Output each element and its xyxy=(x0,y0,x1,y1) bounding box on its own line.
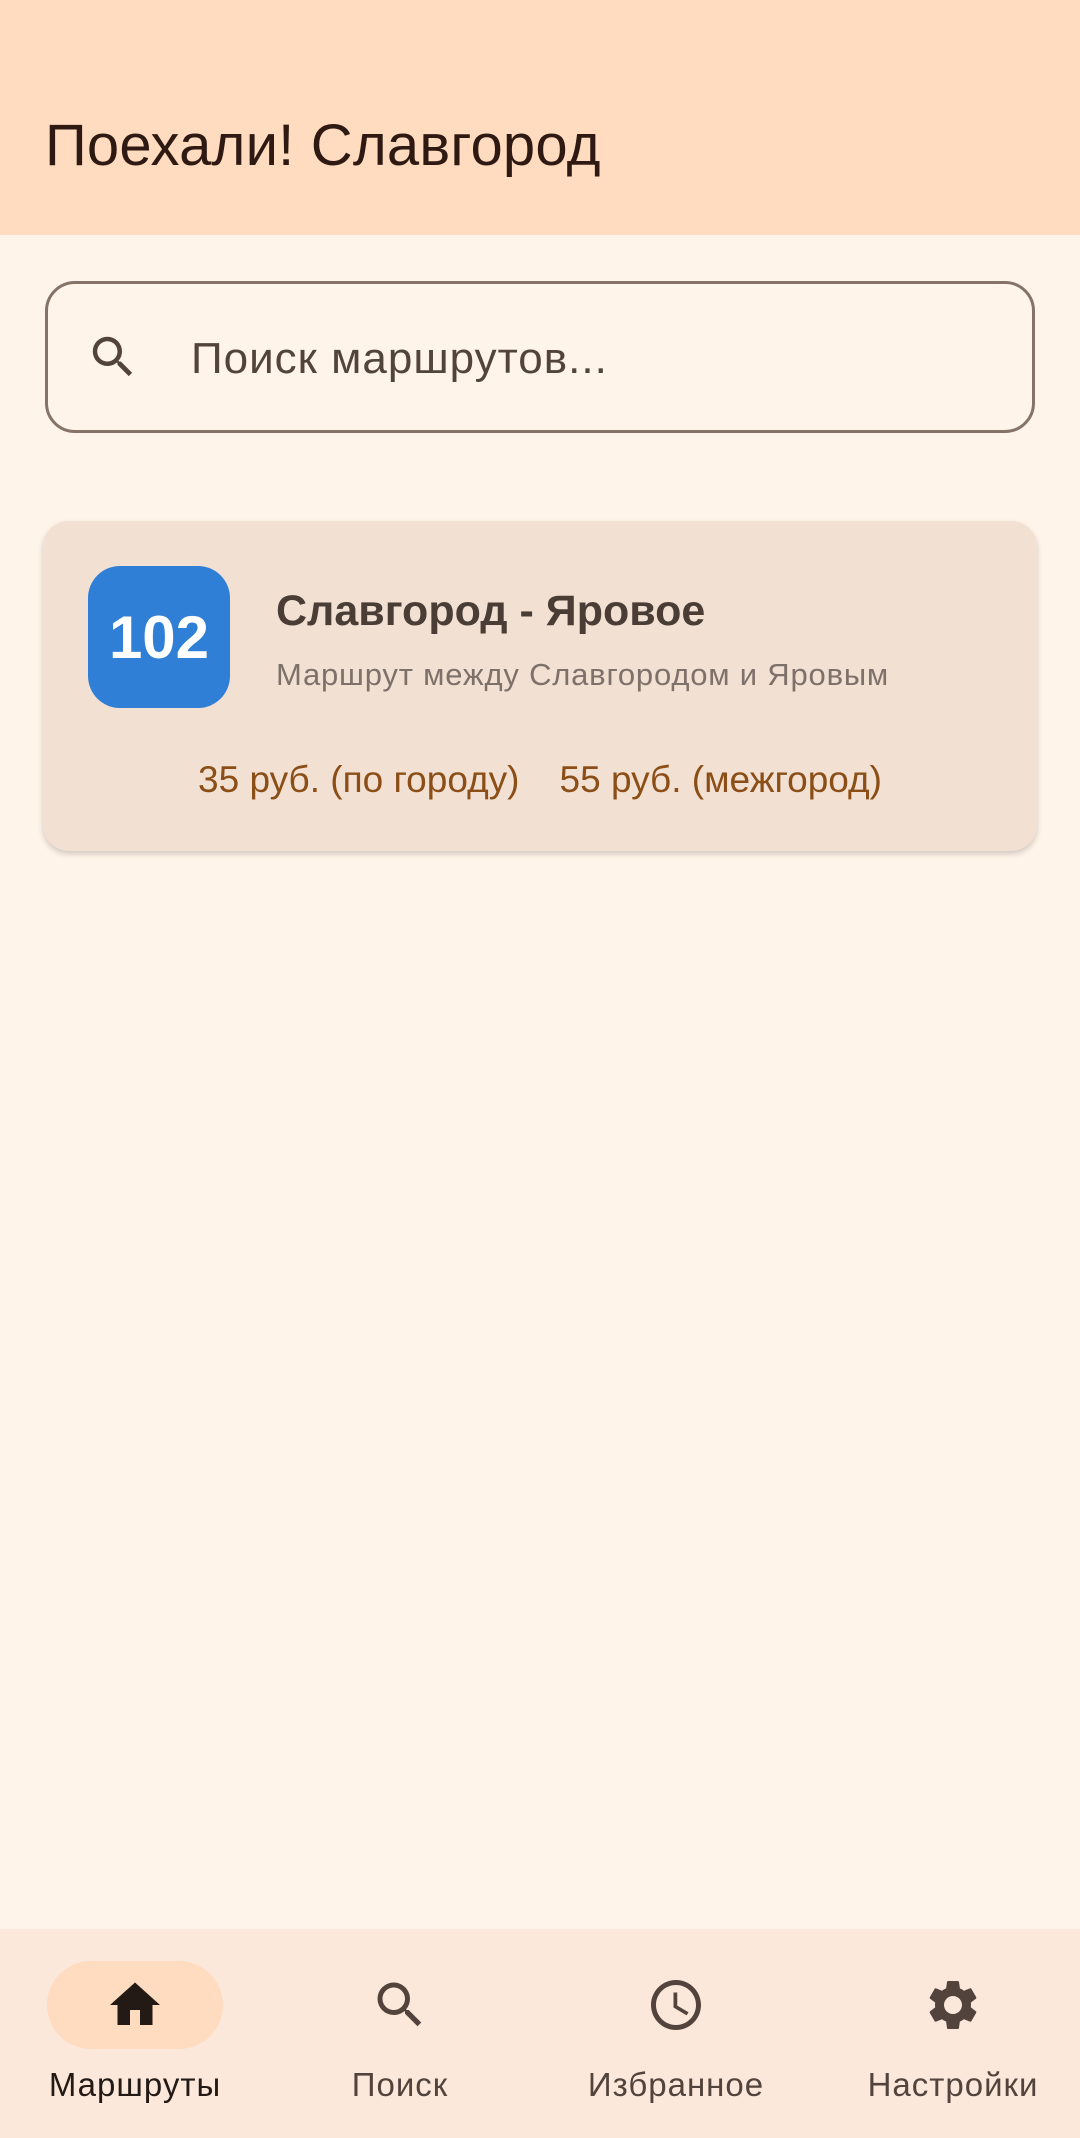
route-name: Славгород - Яровое xyxy=(276,587,706,635)
fare-intercity: 55 руб. (межгород) xyxy=(559,759,882,800)
clock-icon xyxy=(651,1980,701,2030)
route-fares: 35 руб. (по городу) 55 руб. (межгород) xyxy=(43,759,1037,801)
top-app-bar: Поехали! Славгород xyxy=(0,0,1080,235)
bottom-navigation: Маршруты Поиск Избранное Настройки xyxy=(0,1929,1080,2138)
search-field[interactable] xyxy=(45,281,1035,433)
fare-city: 35 руб. (по городу) xyxy=(198,759,520,800)
gear-icon xyxy=(929,1981,977,2029)
nav-label-search: Поиск xyxy=(351,2066,449,2103)
search-icon xyxy=(92,336,133,377)
search-icon xyxy=(377,1982,422,2027)
app-title: Поехали! Славгород xyxy=(45,113,601,178)
nav-item-settings[interactable]: Настройки xyxy=(818,1929,1080,2138)
nav-item-favorites[interactable]: Избранное xyxy=(541,1929,811,2138)
nav-item-routes[interactable]: Маршруты xyxy=(0,1929,270,2138)
nav-item-search[interactable]: Поиск xyxy=(265,1929,535,2138)
route-description: Маршрут между Славгородом и Яровым xyxy=(276,657,890,692)
app-screen: Поехали! Славгород 102 Славгород - Ярово… xyxy=(0,0,1080,2138)
nav-label-settings: Настройки xyxy=(867,2066,1039,2103)
nav-label-routes: Маршруты xyxy=(48,2066,222,2103)
route-card[interactable]: 102 Славгород - Яровое Маршрут между Сла… xyxy=(43,521,1037,851)
nav-label-favorites: Избранное xyxy=(587,2066,765,2103)
route-number-badge: 102 xyxy=(88,566,230,708)
search-input[interactable] xyxy=(191,324,1011,394)
home-icon xyxy=(110,1982,160,2025)
